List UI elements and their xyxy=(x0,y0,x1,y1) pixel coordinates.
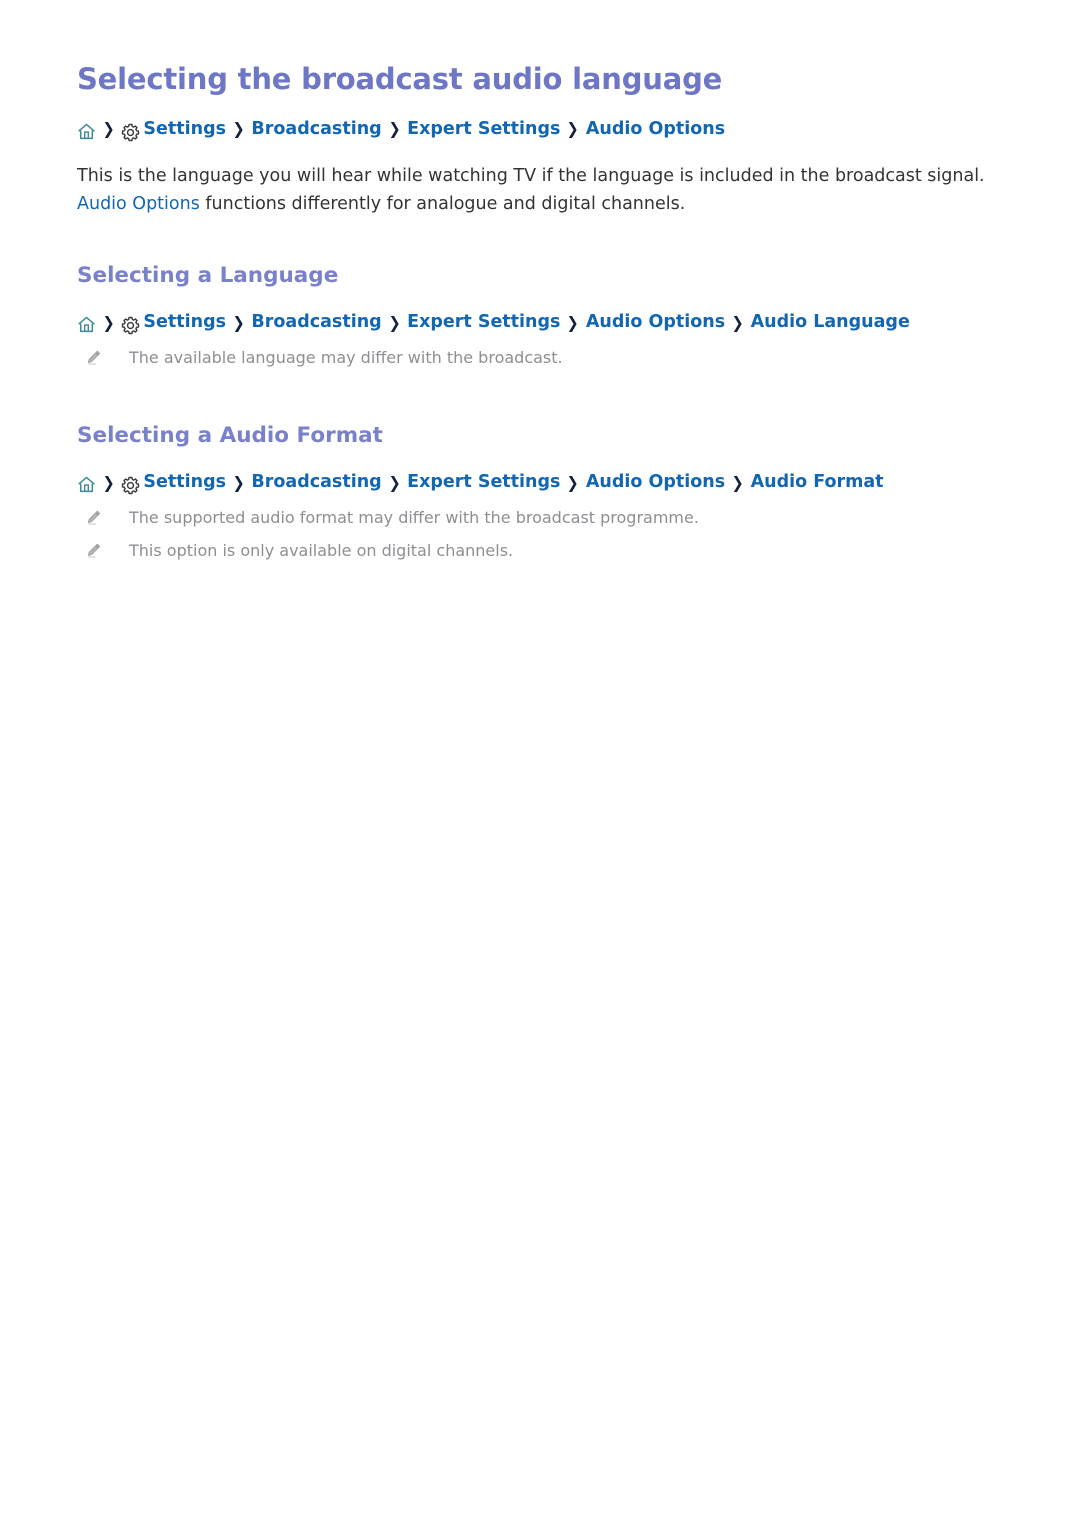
breadcrumb-separator: ❯ xyxy=(102,472,115,492)
breadcrumb-item-expert-settings[interactable]: Expert Settings xyxy=(407,314,560,332)
breadcrumb-separator: ❯ xyxy=(232,472,245,492)
pencil-icon xyxy=(85,509,102,526)
breadcrumb-separator: ❯ xyxy=(232,312,245,332)
breadcrumb-separator: ❯ xyxy=(731,312,744,332)
gear-icon[interactable] xyxy=(121,316,140,335)
notes-list-language: The available language may differ with t… xyxy=(77,346,997,370)
gear-icon[interactable] xyxy=(121,476,140,495)
breadcrumb-item-audio-options[interactable]: Audio Options xyxy=(586,473,725,492)
gear-icon[interactable] xyxy=(121,123,140,142)
section-heading-selecting-a-language: Selecting a Language xyxy=(77,263,339,289)
note-item: The supported audio format may differ wi… xyxy=(77,506,997,530)
breadcrumb-audio-format: ❯ Settings ❯ Broadcasting ❯ Expert Setti… xyxy=(77,472,997,495)
breadcrumb-item-settings[interactable]: Settings xyxy=(143,120,226,139)
page-title: Selecting the broadcast audio language xyxy=(77,62,723,96)
home-icon[interactable] xyxy=(77,475,96,494)
home-icon[interactable] xyxy=(77,315,96,334)
breadcrumb-separator: ❯ xyxy=(731,472,744,492)
breadcrumb: ❯ Settings ❯ Broadcasting ❯ Expert Setti… xyxy=(77,119,997,142)
pencil-icon xyxy=(85,349,102,366)
intro-link-audio-options[interactable]: Audio Options xyxy=(77,194,200,214)
pencil-icon xyxy=(85,542,102,559)
note-text: The available language may differ with t… xyxy=(129,348,563,368)
breadcrumb-item-audio-language[interactable]: Audio Language xyxy=(751,314,910,332)
breadcrumb-item-audio-options[interactable]: Audio Options xyxy=(586,120,725,139)
note-text: The supported audio format may differ wi… xyxy=(129,508,699,528)
breadcrumb-item-settings[interactable]: Settings xyxy=(143,473,226,492)
intro-paragraph: This is the language you will hear while… xyxy=(77,162,997,219)
notes-list-audio-format: The supported audio format may differ wi… xyxy=(77,506,997,563)
breadcrumb-separator: ❯ xyxy=(388,472,401,492)
document-content: Selecting the broadcast audio language ❯… xyxy=(77,62,997,563)
breadcrumb-separator: ❯ xyxy=(102,119,115,139)
breadcrumb-item-expert-settings[interactable]: Expert Settings xyxy=(407,473,560,492)
breadcrumb-separator: ❯ xyxy=(102,312,115,332)
intro-line-1: This is the language you will hear while… xyxy=(77,165,985,186)
intro-line-2: functions differently for analogue and d… xyxy=(199,194,686,215)
breadcrumb-separator: ❯ xyxy=(567,472,580,492)
breadcrumb-separator: ❯ xyxy=(567,119,580,139)
note-item: This option is only available on digital… xyxy=(77,539,997,563)
breadcrumb-separator: ❯ xyxy=(232,119,245,139)
document-page: Selecting the broadcast audio language ❯… xyxy=(0,0,1080,1527)
note-text: This option is only available on digital… xyxy=(129,541,514,561)
breadcrumb-separator: ❯ xyxy=(388,119,401,139)
note-item: The available language may differ with t… xyxy=(77,346,997,370)
section-heading-selecting-a-audio-format: Selecting a Audio Format xyxy=(77,423,383,449)
breadcrumb-item-expert-settings[interactable]: Expert Settings xyxy=(407,120,560,139)
home-icon[interactable] xyxy=(77,122,96,141)
breadcrumb-item-broadcasting[interactable]: Broadcasting xyxy=(251,314,381,332)
breadcrumb-separator: ❯ xyxy=(567,312,580,332)
breadcrumb-item-audio-options[interactable]: Audio Options xyxy=(586,314,725,332)
breadcrumb-separator: ❯ xyxy=(388,312,401,332)
breadcrumb-item-audio-format[interactable]: Audio Format xyxy=(751,473,884,492)
breadcrumb-item-broadcasting[interactable]: Broadcasting xyxy=(251,120,381,139)
breadcrumb-item-broadcasting[interactable]: Broadcasting xyxy=(251,473,381,492)
breadcrumb-audio-language: ❯ Settings ❯ Broadcasting ❯ Expert Setti… xyxy=(77,312,997,335)
breadcrumb-item-settings[interactable]: Settings xyxy=(143,314,226,332)
